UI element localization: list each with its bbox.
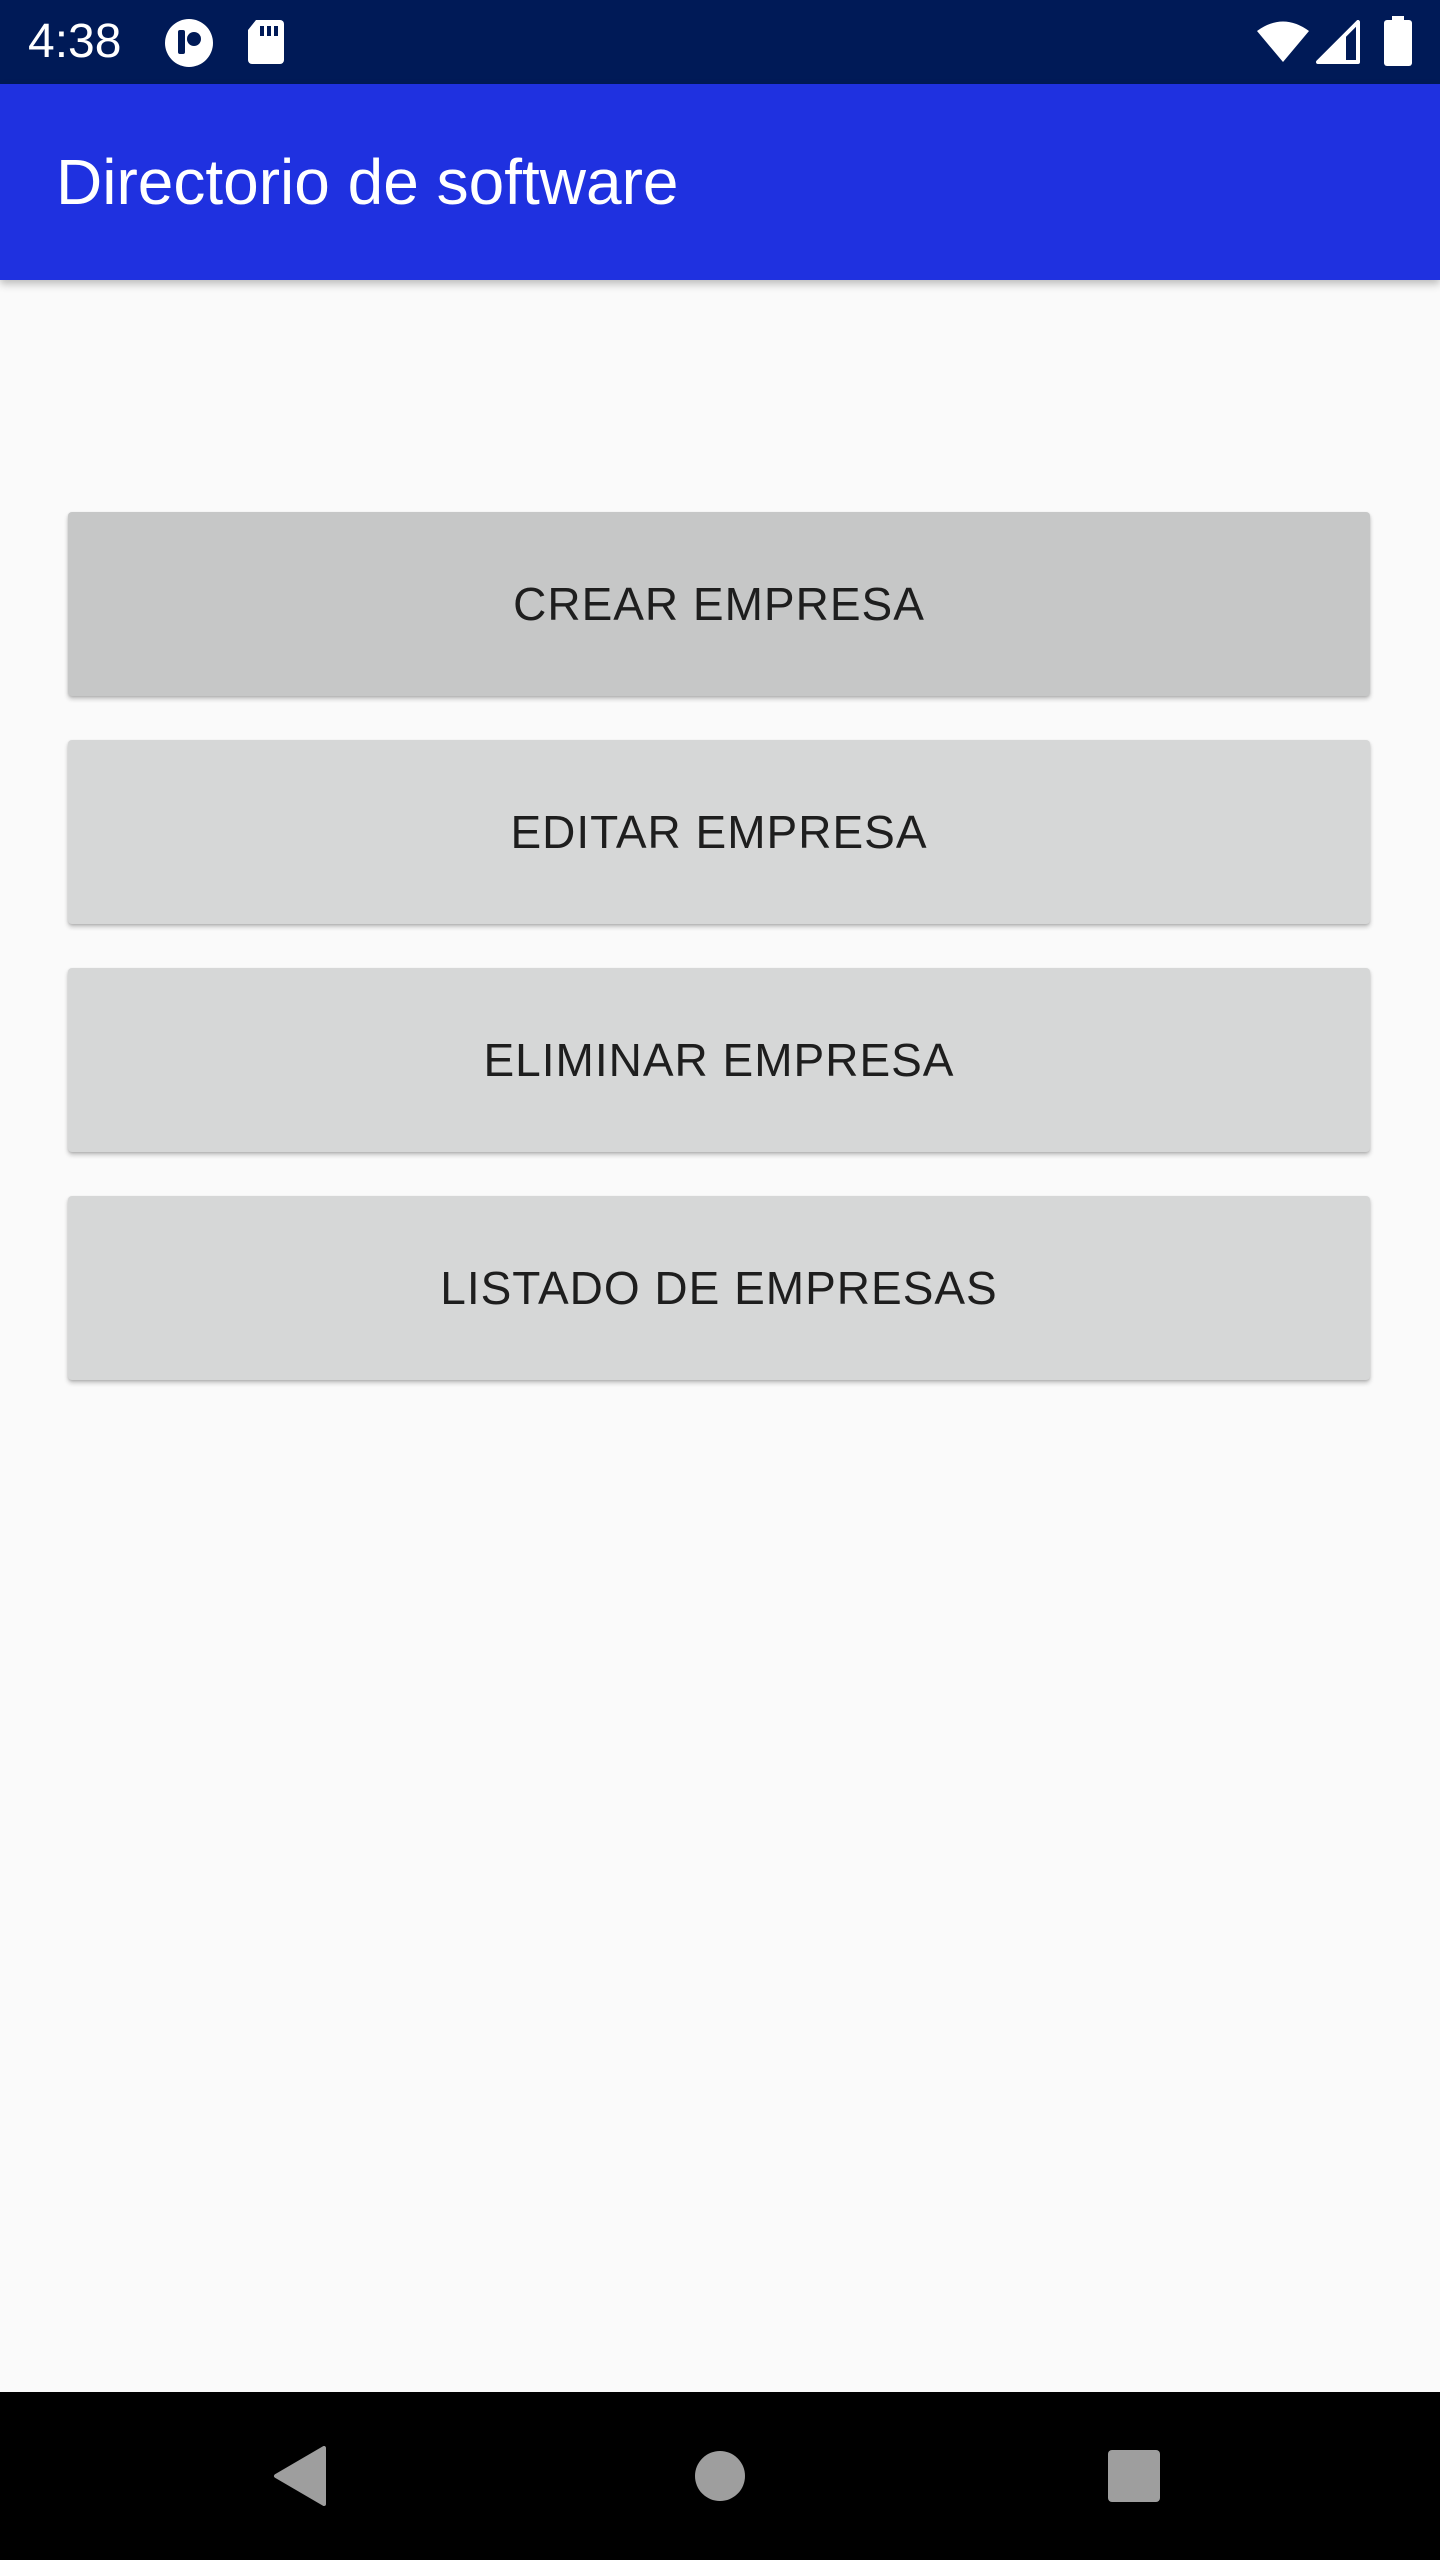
app-badge-icon xyxy=(165,19,213,67)
app-screen: 4:38 Directorio de software CREAR EMPRES… xyxy=(0,0,1440,2560)
home-icon xyxy=(695,2451,745,2501)
back-button[interactable] xyxy=(240,2416,360,2536)
sd-card-icon xyxy=(248,20,284,64)
battery-icon xyxy=(1384,16,1412,66)
home-button[interactable] xyxy=(660,2416,780,2536)
delete-company-button[interactable]: ELIMINAR EMPRESA xyxy=(68,968,1370,1152)
cell-signal-icon xyxy=(1316,20,1360,64)
recents-icon xyxy=(1108,2450,1160,2502)
list-companies-button[interactable]: LISTADO DE EMPRESAS xyxy=(68,1196,1370,1380)
navigation-bar xyxy=(0,2392,1440,2560)
app-bar: Directorio de software xyxy=(0,84,1440,280)
status-bar: 4:38 xyxy=(0,0,1440,84)
recents-button[interactable] xyxy=(1074,2416,1194,2536)
create-company-button[interactable]: CREAR EMPRESA xyxy=(68,512,1370,696)
status-time: 4:38 xyxy=(28,15,122,68)
back-icon xyxy=(274,2446,326,2506)
edit-company-button[interactable]: EDITAR EMPRESA xyxy=(68,740,1370,924)
wifi-icon xyxy=(1257,21,1309,62)
app-title: Directorio de software xyxy=(56,146,679,218)
